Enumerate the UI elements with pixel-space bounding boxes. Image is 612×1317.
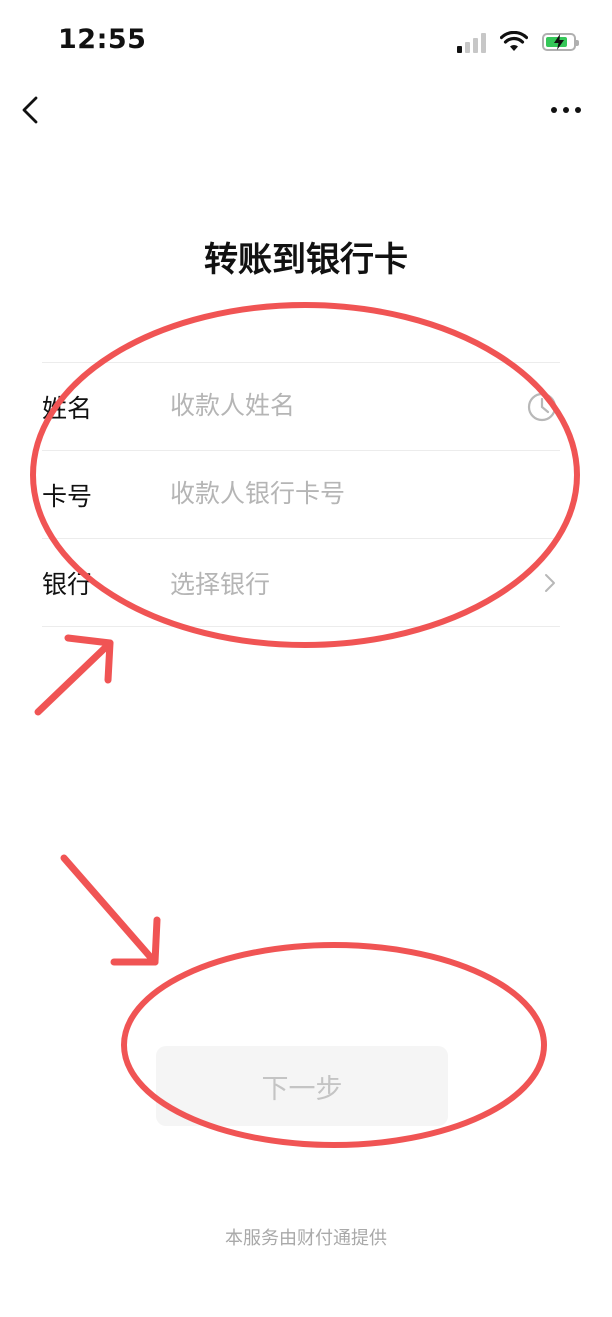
- chevron-right-icon[interactable]: [542, 571, 558, 595]
- status-icons: [457, 28, 579, 56]
- payee-name-input[interactable]: [170, 387, 510, 423]
- name-row: 姓名: [42, 363, 560, 451]
- more-horizontal-icon[interactable]: [550, 98, 582, 122]
- signal-icon: [457, 31, 486, 53]
- annotation-arrow-up: [34, 634, 114, 716]
- name-label: 姓名: [42, 394, 93, 423]
- battery-charging-icon: [542, 33, 579, 51]
- transfer-form: 姓名 卡号 银行 选择银行: [42, 362, 560, 627]
- card-label: 卡号: [42, 482, 93, 511]
- select-bank-field[interactable]: 选择银行: [170, 565, 270, 601]
- bank-row[interactable]: 银行 选择银行: [42, 539, 560, 627]
- wifi-icon: [500, 31, 528, 51]
- clock-icon[interactable]: [526, 391, 558, 423]
- service-provider-note: 本服务由财付通提供: [225, 1228, 387, 1249]
- bank-label: 银行: [42, 570, 93, 599]
- status-time: 12:55: [58, 24, 147, 55]
- card-row: 卡号: [42, 451, 560, 539]
- card-number-input[interactable]: [170, 475, 510, 511]
- status-bar: 12:55: [0, 0, 612, 84]
- annotation-arrow-down: [60, 854, 161, 966]
- chevron-left-icon[interactable]: [14, 90, 54, 130]
- next-step-button[interactable]: 下一步: [156, 1046, 448, 1126]
- page-title: 转账到银行卡: [204, 240, 408, 280]
